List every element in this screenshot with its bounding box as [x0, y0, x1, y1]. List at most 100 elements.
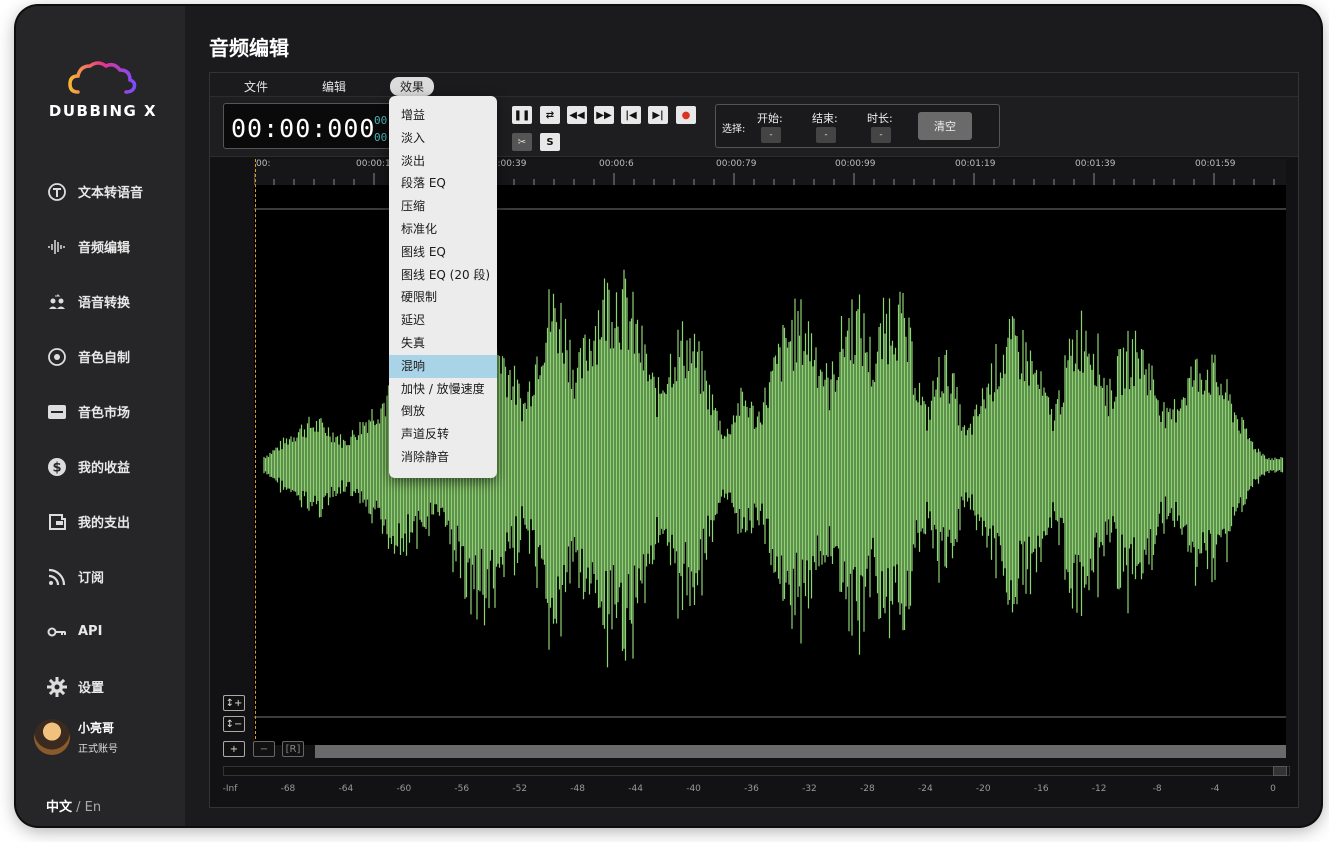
- effect-channel-swap[interactable]: 声道反转: [389, 423, 497, 446]
- avatar[interactable]: [34, 719, 70, 755]
- cloud-logo-icon: [68, 61, 137, 98]
- time-small-1: 00: [374, 114, 388, 127]
- start-value[interactable]: -: [761, 127, 781, 143]
- gear-icon: [46, 676, 68, 698]
- sidebar-item-label: API: [78, 624, 103, 639]
- meter-tick: -52: [512, 784, 528, 794]
- meter-tick: -40: [686, 784, 701, 794]
- effect-fade-out[interactable]: 淡出: [389, 150, 497, 173]
- editor-menubar: 文件 编辑 效果: [210, 73, 1298, 97]
- effect-speed[interactable]: 加快 / 放慢速度: [389, 378, 497, 401]
- sidebar-item-earnings[interactable]: $ 我的收益: [16, 439, 185, 494]
- loop-button[interactable]: ⇄: [540, 106, 560, 124]
- cut-button[interactable]: ✂: [512, 133, 532, 151]
- duration-label: 时长:: [867, 112, 893, 125]
- wallet-icon: [46, 511, 68, 533]
- sidebar-item-label: 文本转语音: [78, 186, 144, 201]
- sidebar-item-label: 我的支出: [78, 516, 131, 531]
- sidebar-item-expenses[interactable]: 我的支出: [16, 494, 185, 549]
- zoom-reset-button[interactable]: [R]: [282, 741, 304, 757]
- effect-reverb[interactable]: 混响: [389, 354, 497, 378]
- meter-tick: -56: [454, 784, 470, 794]
- end-value[interactable]: -: [816, 127, 836, 143]
- key-icon: [46, 621, 68, 643]
- meter-tick: -12: [1091, 784, 1107, 794]
- meter-tick: -Inf: [222, 784, 238, 794]
- effect-fade-in[interactable]: 淡入: [389, 127, 497, 150]
- effect-reverse[interactable]: 倒放: [389, 400, 497, 423]
- effect-graphic-eq-20[interactable]: 图线 EQ (20 段): [389, 264, 497, 287]
- menu-effects[interactable]: 效果: [390, 77, 435, 96]
- sidebar-item-text-to-speech[interactable]: 文本转语音: [16, 164, 185, 219]
- zoom-in-button[interactable]: +: [223, 741, 245, 757]
- sidebar-item-api[interactable]: API: [16, 604, 185, 659]
- user-profile[interactable]: 小亮哥 正式账号: [34, 719, 118, 755]
- sidebar: DUBBING X 文本转语音 音频编辑 语音转换 音色自制 音色市场 $ 我的…: [16, 6, 185, 826]
- time-main: 00:00:000: [231, 114, 376, 143]
- meter-tick: -28: [860, 784, 875, 794]
- user-name: 小亮哥: [78, 721, 115, 735]
- meter-tick: -64: [338, 784, 354, 794]
- meter-tick: -16: [1033, 784, 1049, 794]
- rewind-button[interactable]: ◀◀: [567, 106, 587, 124]
- duration-value[interactable]: -: [871, 127, 891, 143]
- svg-text:$: $: [52, 460, 61, 475]
- effect-gain[interactable]: 增益: [389, 104, 497, 127]
- sidebar-item-label: 语音转换: [78, 296, 131, 311]
- meter-tick: -24: [917, 784, 933, 794]
- vertical-zoom-in-button[interactable]: ↕+: [223, 695, 245, 711]
- effect-distortion[interactable]: 失真: [389, 332, 497, 355]
- meter-tick: -44: [628, 784, 643, 794]
- level-meter-thumb[interactable]: [1273, 766, 1287, 776]
- effect-graphic-eq[interactable]: 图线 EQ: [389, 241, 497, 264]
- silence-button[interactable]: S: [540, 133, 560, 151]
- account-type: 正式账号: [78, 744, 118, 755]
- effect-remove-silence[interactable]: 消除静音: [389, 446, 497, 469]
- record-button[interactable]: ●: [676, 106, 696, 124]
- meter-tick: -48: [570, 784, 586, 794]
- page-title: 音频编辑: [209, 36, 289, 60]
- fast-forward-button[interactable]: ▶▶: [594, 106, 614, 124]
- sidebar-item-voice-convert[interactable]: 语音转换: [16, 274, 185, 329]
- sidebar-item-subscribe[interactable]: 订阅: [16, 549, 185, 604]
- effect-hard-limit[interactable]: 硬限制: [389, 286, 497, 309]
- language-switch: 中文 / En: [46, 796, 101, 815]
- waveform-icon: [46, 236, 68, 258]
- meter-tick: -68: [280, 784, 296, 794]
- meter-tick: -8: [1152, 784, 1162, 794]
- voice-custom-icon: [46, 346, 68, 368]
- text-to-speech-icon: [46, 181, 68, 203]
- meter-tick: -36: [744, 784, 759, 794]
- effect-paragraph-eq[interactable]: 段落 EQ: [389, 172, 497, 195]
- sidebar-item-voice-custom[interactable]: 音色自制: [16, 329, 185, 384]
- menu-file[interactable]: 文件: [234, 77, 278, 96]
- meter-tick: 0: [1270, 784, 1276, 794]
- pause-button[interactable]: ❚❚: [512, 106, 532, 124]
- brand-logo[interactable]: DUBBING X: [48, 54, 158, 124]
- end-label: 结束:: [812, 112, 838, 125]
- editor-toolbar: 00:00:000 00 00 ❚❚ ⇄ ◀◀ ▶▶ |◀ ▶| ● ✂ S 选…: [210, 97, 1298, 157]
- sidebar-item-audio-edit[interactable]: 音频编辑: [16, 219, 185, 274]
- meter-tick: -32: [802, 784, 817, 794]
- voice-convert-icon: [46, 291, 68, 313]
- effect-normalize[interactable]: 标准化: [389, 218, 497, 241]
- playhead-cursor[interactable]: [255, 159, 256, 749]
- sidebar-item-label: 音色市场: [78, 406, 131, 421]
- clear-button[interactable]: 清空: [918, 112, 972, 140]
- sidebar-nav: 文本转语音 音频编辑 语音转换 音色自制 音色市场 $ 我的收益 我的支出 订阅…: [16, 164, 185, 714]
- skip-start-button[interactable]: |◀: [621, 106, 641, 124]
- zoom-out-button[interactable]: −: [253, 741, 275, 757]
- menu-edit[interactable]: 编辑: [312, 77, 356, 96]
- lang-other[interactable]: En: [85, 800, 101, 815]
- vertical-zoom-out-button[interactable]: ↕−: [223, 716, 245, 732]
- sidebar-item-voice-market[interactable]: 音色市场: [16, 384, 185, 439]
- effect-compress[interactable]: 压缩: [389, 195, 497, 218]
- horizontal-scrollbar[interactable]: [315, 745, 1286, 758]
- lang-current[interactable]: 中文: [46, 800, 72, 815]
- sidebar-item-label: 订阅: [78, 571, 105, 586]
- sidebar-item-label: 我的收益: [78, 461, 131, 476]
- effect-delay[interactable]: 延迟: [389, 309, 497, 332]
- store-icon: [46, 401, 68, 423]
- sidebar-item-settings[interactable]: 设置: [16, 659, 185, 714]
- skip-end-button[interactable]: ▶|: [648, 106, 668, 124]
